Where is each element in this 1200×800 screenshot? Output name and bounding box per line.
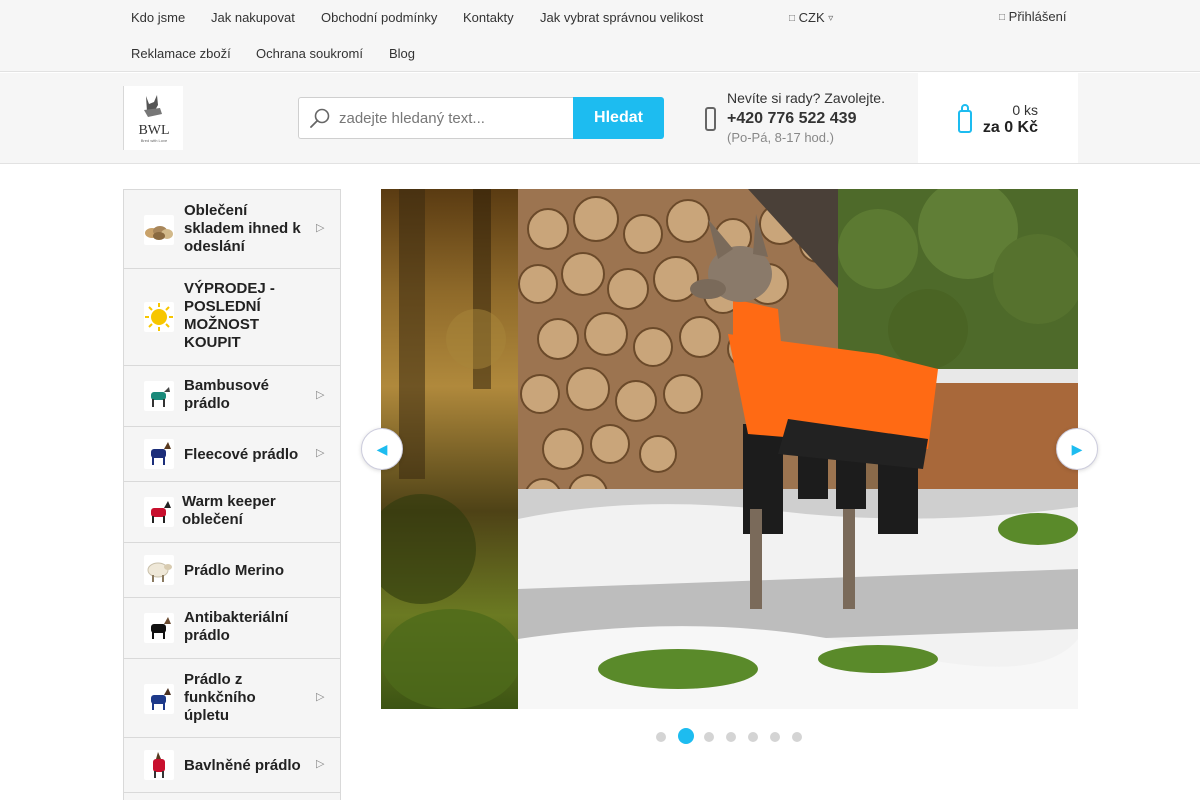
- search-icon: [310, 108, 330, 128]
- currency-label: CZK: [798, 10, 825, 25]
- category-thumb-dog-navy: [144, 439, 174, 469]
- slider-dot[interactable]: [704, 732, 714, 742]
- category-label: Warm keeper oblečení: [182, 493, 276, 528]
- category-item-obleceni-skladem[interactable]: Oblečení skladem ihned k odeslání ▷: [124, 190, 340, 269]
- slider-dot[interactable]: [748, 732, 758, 742]
- category-item-fleecove[interactable]: Fleecové prádlo ▷: [124, 427, 340, 482]
- chevron-right-icon: ▷: [316, 447, 325, 459]
- slider-dot[interactable]: [726, 732, 736, 742]
- category-label: Bambusové prádlo: [184, 377, 270, 412]
- slider-dot[interactable]: [792, 732, 802, 742]
- contact-hours: (Po-Pá, 8-17 hod.): [727, 130, 834, 145]
- search-button[interactable]: Hledat: [573, 97, 664, 139]
- nav-link-velikost[interactable]: Jak vybrat správnou velikost: [540, 10, 703, 26]
- hero-slider[interactable]: [381, 189, 1078, 709]
- login-label: Přihlášení: [1008, 9, 1067, 24]
- category-label: Fleecové prádlo: [184, 446, 299, 463]
- chevron-right-icon: ▶: [1071, 441, 1083, 457]
- category-thumb-sheep: [144, 555, 174, 585]
- site-logo[interactable]: BWL Bred with Love: [123, 86, 183, 150]
- category-item-bavlnene[interactable]: Bavlněné prádlo ▷: [124, 738, 340, 793]
- slider-dot[interactable]: [770, 732, 780, 742]
- top-navigation-bar: Kdo jsme Jak nakupovat Obchodní podmínky…: [0, 0, 1200, 72]
- contact-question: Nevíte si rady? Zavolejte.: [727, 90, 885, 106]
- slider-dot[interactable]: [656, 732, 666, 742]
- category-thumb-clothes: [144, 215, 174, 245]
- nav-link-kontakty[interactable]: Kontakty: [463, 10, 514, 26]
- nav-link-obchodni-podminky[interactable]: Obchodní podmínky: [321, 10, 437, 26]
- category-label: Oblečení skladem ihned k odeslání: [184, 202, 301, 255]
- nav-link-jak-nakupovat[interactable]: Jak nakupovat: [211, 10, 295, 26]
- category-sidebar: Oblečení skladem ihned k odeslání ▷ VÝPROD…: [123, 189, 341, 800]
- search-input[interactable]: [339, 98, 569, 138]
- category-thumb-sun: [144, 302, 174, 332]
- login-link[interactable]: □ Přihlášení: [999, 9, 1066, 26]
- category-thumb-dog-red-2: [144, 750, 174, 780]
- chevron-right-icon: ▷: [316, 389, 325, 401]
- slider-dot-active[interactable]: [678, 728, 694, 744]
- category-label: Bavlněné prádlo: [184, 757, 301, 774]
- category-label: Prádlo z funkčního úpletu: [184, 671, 256, 724]
- category-thumb-dog-blue: [144, 684, 174, 714]
- user-icon: □: [999, 11, 1006, 23]
- cart-total: za 0 Kč: [982, 119, 1038, 136]
- category-thumb-dog-green: [144, 381, 174, 411]
- slider-pagination: [650, 728, 810, 744]
- logo-dog-icon: BWL Bred with Love: [138, 95, 170, 143]
- category-thumb-dog-red: [144, 497, 174, 527]
- category-label: Antibakteriální prádlo: [184, 609, 289, 644]
- category-thumb-dog-black: [144, 613, 174, 643]
- category-label: Prádlo Merino: [184, 562, 285, 579]
- svg-text:BWL: BWL: [138, 123, 169, 138]
- cart-count: 0 ks: [1012, 102, 1038, 118]
- contact-phone[interactable]: +420 776 522 439: [727, 110, 856, 128]
- svg-text:Bred with Love: Bred with Love: [141, 138, 168, 143]
- chevron-left-icon: ◀: [376, 441, 388, 457]
- category-item-warm-keeper[interactable]: Warm keeper oblečení: [124, 482, 340, 543]
- phone-icon: [705, 107, 716, 131]
- chevron-right-icon: ▷: [316, 758, 325, 770]
- nav-link-ochrana-soukromi[interactable]: Ochrana soukromí: [256, 46, 363, 62]
- slider-prev-button[interactable]: ◀: [361, 428, 403, 470]
- chevron-right-icon: ▷: [316, 691, 325, 703]
- category-item-funkcni-uplet[interactable]: Prádlo z funkčního úpletu ▷: [124, 659, 340, 738]
- slide-dog-image: [518, 189, 1078, 709]
- cart-icon: [958, 104, 972, 133]
- category-item-vyprodej[interactable]: VÝPRODEJ - POSLEDNÍ MOŽNOST KOUPIT: [124, 269, 340, 366]
- slider-next-button[interactable]: ▶: [1056, 428, 1098, 470]
- search-box: [298, 97, 574, 139]
- category-label: VÝPRODEJ - POSLEDNÍ MOŽNOST KOUPIT: [184, 280, 275, 351]
- category-item-merino[interactable]: Prádlo Merino: [124, 543, 340, 598]
- nav-link-blog[interactable]: Blog: [389, 46, 415, 62]
- currency-selector[interactable]: □ CZK ▿: [789, 10, 833, 27]
- chevron-down-icon: ▿: [828, 12, 834, 24]
- category-item-bambusove[interactable]: Bambusové prádlo ▷: [124, 366, 340, 427]
- nav-link-reklamace[interactable]: Reklamace zboží: [131, 46, 231, 62]
- currency-icon: □: [789, 12, 796, 24]
- category-item-antibakterialni[interactable]: Antibakteriální prádlo: [124, 598, 340, 659]
- chevron-right-icon: ▷: [316, 222, 325, 234]
- nav-link-kdo-jsme[interactable]: Kdo jsme: [131, 10, 185, 26]
- cart-widget[interactable]: 0 ks za 0 Kč: [918, 73, 1078, 163]
